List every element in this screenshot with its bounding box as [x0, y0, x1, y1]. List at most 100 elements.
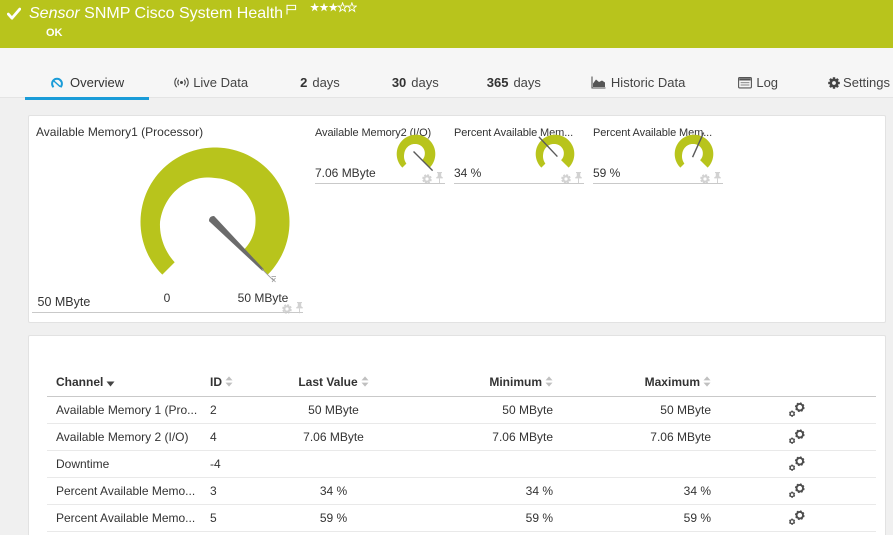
area-chart-icon — [591, 76, 606, 89]
gauge-min-label: 0 — [164, 291, 171, 305]
cell-channel[interactable]: Available Memory 2 (I/O) — [47, 423, 210, 450]
sort-both-icon — [361, 376, 369, 387]
gauge-value: 59 % — [593, 166, 620, 180]
column-header-actions — [711, 368, 876, 396]
cell-id: 4 — [210, 423, 270, 450]
gauge-cell-underline — [32, 312, 303, 313]
channel-settings-gears-icon[interactable] — [789, 429, 806, 445]
page-title: Sensor SNMP Cisco System Health — [29, 5, 283, 23]
tab-prefix: 365 — [487, 75, 509, 90]
tab-log[interactable]: Log — [710, 48, 803, 97]
cell-actions — [711, 423, 876, 450]
priority-stars[interactable] — [310, 2, 357, 13]
cell-channel[interactable]: Downtime — [47, 450, 210, 477]
sort-both-icon — [703, 376, 711, 387]
ok-check-icon — [7, 7, 21, 21]
tab-label: Live Data — [193, 75, 248, 90]
cell-actions — [711, 505, 876, 532]
tab-label: days — [513, 75, 540, 90]
gauge-cell-underline — [315, 183, 445, 184]
gauges-panel: Available Memory1 (Processor) 0 50 MByte… — [28, 115, 886, 323]
log-icon — [738, 77, 752, 89]
cell-id: -4 — [210, 450, 270, 477]
tab-settings[interactable]: Settings — [803, 48, 893, 97]
tab-365-days[interactable]: 365 days — [464, 48, 566, 97]
column-header-label: ID — [210, 375, 222, 389]
gauge-cell-underline — [454, 183, 584, 184]
tab-2-days[interactable]: 2 days — [273, 48, 365, 97]
column-header-label: Channel — [56, 375, 103, 389]
cell-maximum: 34 % — [553, 478, 711, 505]
tab-prefix: 2 — [300, 75, 307, 90]
gear-icon — [828, 77, 840, 89]
table-header-row: Channel ID Last Value Minimum Maximum — [47, 368, 876, 396]
cell-maximum: 59 % — [553, 505, 711, 532]
status-badge: OK — [46, 27, 63, 39]
gauge-cell-underline — [593, 183, 723, 184]
column-header-last-value[interactable]: Last Value — [270, 368, 397, 396]
cell-id: 2 — [210, 396, 270, 423]
tab-historic-data[interactable]: Historic Data — [566, 48, 710, 97]
cell-last-value — [270, 450, 397, 477]
column-header-label: Last Value — [298, 375, 357, 389]
cell-last-value: 50 MByte — [270, 396, 397, 423]
cell-minimum: 59 % — [397, 505, 553, 532]
cell-minimum: 34 % — [397, 478, 553, 505]
gauge-value: 50 MByte — [38, 295, 91, 309]
tab-label: days — [411, 75, 438, 90]
tab-label: Overview — [70, 75, 124, 90]
tab-label: Log — [756, 75, 778, 90]
column-header-id[interactable]: ID — [210, 368, 270, 396]
cell-id: 5 — [210, 505, 270, 532]
channel-settings-gears-icon[interactable] — [789, 510, 806, 526]
table-row: Percent Available Memo...334 %34 %34 % — [47, 478, 876, 505]
cell-channel[interactable]: Available Memory 1 (Pro... — [47, 396, 210, 423]
tab-live-data[interactable]: Live Data — [149, 48, 273, 97]
sensor-name: SNMP Cisco System Health — [84, 5, 283, 22]
column-header-minimum[interactable]: Minimum — [397, 368, 553, 396]
tab-overview[interactable]: Overview — [25, 48, 149, 97]
gauge-value: 34 % — [454, 166, 481, 180]
cell-minimum — [397, 450, 553, 477]
tab-prefix: 30 — [392, 75, 406, 90]
gauge-icon — [50, 77, 64, 89]
flag-icon[interactable] — [286, 4, 298, 15]
cell-id: 3 — [210, 478, 270, 505]
cell-maximum: 50 MByte — [553, 396, 711, 423]
live-icon — [174, 77, 189, 88]
column-header-channel[interactable]: Channel — [47, 368, 210, 396]
table-row: Available Memory 2 (I/O)47.06 MByte7.06 … — [47, 423, 876, 450]
cell-channel[interactable]: Percent Available Memo... — [47, 478, 210, 505]
column-header-maximum[interactable]: Maximum — [553, 368, 711, 396]
cell-last-value: 7.06 MByte — [270, 423, 397, 450]
channel-settings-gears-icon[interactable] — [789, 456, 806, 472]
sensor-type-label: Sensor — [29, 5, 80, 22]
gauge-max-label: 50 MByte — [238, 291, 289, 305]
cell-maximum — [553, 450, 711, 477]
table-row: Downtime-4 — [47, 450, 876, 477]
sort-desc-icon — [106, 381, 115, 387]
cell-maximum: 7.06 MByte — [553, 423, 711, 450]
cell-actions — [711, 450, 876, 477]
channel-settings-gears-icon[interactable] — [789, 483, 806, 499]
sensor-header: Sensor SNMP Cisco System Health OK — [0, 0, 893, 48]
cell-minimum: 7.06 MByte — [397, 423, 553, 450]
tab-label: Settings — [843, 75, 890, 90]
channel-settings-gears-icon[interactable] — [789, 402, 806, 418]
cell-last-value: 34 % — [270, 478, 397, 505]
column-header-label: Maximum — [645, 375, 700, 389]
channels-table-wrap: Channel ID Last Value Minimum Maximum Av… — [47, 368, 876, 532]
cell-actions — [711, 396, 876, 423]
cell-channel[interactable]: Percent Available Memo... — [47, 505, 210, 532]
cell-actions — [711, 478, 876, 505]
tab-30-days[interactable]: 30 days — [365, 48, 464, 97]
table-row: Percent Available Memo...559 %59 %59 % — [47, 505, 876, 532]
column-header-label: Minimum — [489, 375, 542, 389]
sort-both-icon — [225, 376, 233, 387]
tab-label: Historic Data — [611, 75, 685, 90]
cell-last-value: 59 % — [270, 505, 397, 532]
tab-bar: Overview Live Data 2days 30days 365days … — [0, 48, 893, 98]
channels-table-panel: Channel ID Last Value Minimum Maximum Av… — [28, 335, 886, 535]
tab-label: days — [312, 75, 339, 90]
sort-both-icon — [545, 376, 553, 387]
